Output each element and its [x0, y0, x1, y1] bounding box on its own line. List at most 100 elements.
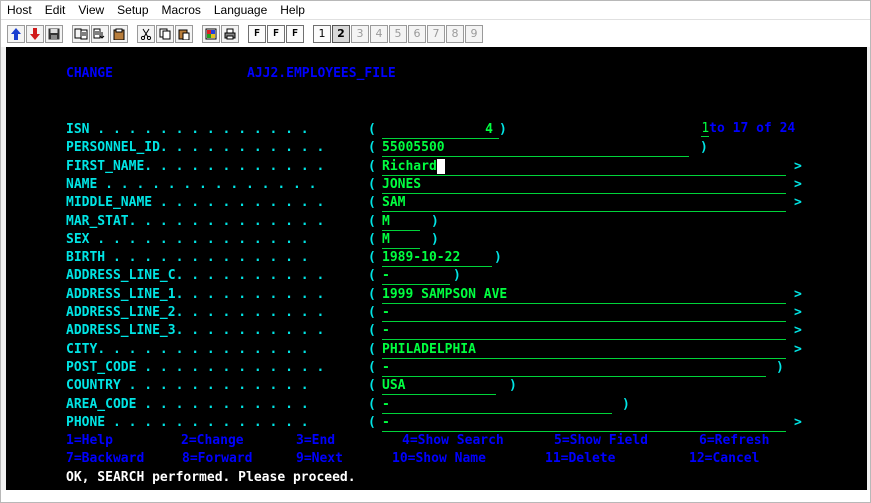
- font-large-button[interactable]: F: [248, 24, 266, 43]
- field-label-dots: . . . . . . . . . . . . .: [105, 414, 309, 430]
- text-cursor: [436, 158, 445, 174]
- arrow-down-icon[interactable]: [26, 24, 44, 43]
- close-paren: ): [499, 122, 507, 137]
- copy-icon[interactable]: [156, 24, 174, 43]
- paste-icon[interactable]: [175, 24, 193, 43]
- close-paren: ): [431, 231, 439, 247]
- field-label-dots: . . . . . . . . . . . . . .: [97, 176, 317, 192]
- input-middle-name[interactable]: SAM: [382, 194, 786, 213]
- field-label-name: BIRTH: [66, 250, 106, 266]
- input-address-line-3[interactable]: -: [382, 322, 786, 341]
- field-label-name: COUNTRY: [66, 378, 121, 394]
- pf-key-3[interactable]: 3=End: [296, 432, 335, 450]
- session-tab-4[interactable]: 4: [370, 24, 388, 43]
- paste-text-icon[interactable]: [91, 24, 109, 43]
- pf-key-10[interactable]: 10=Show Name: [392, 450, 486, 468]
- session-tab-8[interactable]: 8: [446, 24, 464, 43]
- field-label: ADDRESS_LINE_C. . . . . . . . . .: [66, 267, 324, 285]
- field-label-dots: . . . . . . . . . .: [175, 268, 325, 284]
- pf-key-12[interactable]: 12=Cancel: [689, 450, 759, 468]
- session-tab-2[interactable]: 2: [332, 24, 350, 43]
- pf-key-4[interactable]: 4=Show Search: [402, 432, 504, 450]
- pf-key-7[interactable]: 7=Backward: [66, 450, 144, 468]
- input-sex[interactable]: M: [382, 231, 420, 249]
- input-phone[interactable]: -: [382, 414, 786, 432]
- print-icon[interactable]: [221, 24, 239, 43]
- menu-edit[interactable]: Edit: [39, 1, 73, 19]
- toolbar: F F F 1 2 3 4 5 6 7 8 9: [1, 19, 870, 47]
- field-label-name: SEX: [66, 231, 90, 247]
- field-label: NAME . . . . . . . . . . . . . .: [66, 176, 316, 194]
- field-value: JONES: [382, 176, 422, 192]
- menu-help[interactable]: Help: [274, 1, 312, 19]
- palette-icon[interactable]: [202, 24, 220, 43]
- session-tab-5[interactable]: 5: [389, 24, 407, 43]
- copy-text-icon[interactable]: [72, 24, 90, 43]
- pf-key-11[interactable]: 11=Delete: [545, 450, 615, 468]
- terminal-screen[interactable]: CHANGE AJJ2.EMPLOYEES_FILE 1to 17 of 24 …: [6, 47, 867, 490]
- field-label-name: ADDRESS_LINE_C: [66, 268, 176, 284]
- input-mar-stat[interactable]: M: [382, 213, 420, 231]
- open-paren: (: [368, 414, 376, 430]
- input-address-line-1[interactable]: 1999 SAMPSON AVE: [382, 286, 786, 304]
- field-label-dots: . . . . . . . . . . .: [159, 140, 325, 156]
- input-name[interactable]: JONES: [382, 176, 786, 194]
- open-paren: (: [368, 378, 376, 394]
- close-paren: ): [509, 378, 517, 394]
- session-tab-3[interactable]: 3: [351, 24, 369, 43]
- input-birth[interactable]: 1989-10-22: [382, 249, 492, 268]
- field-label-dots: . . . . . . . . . .: [175, 305, 325, 320]
- pf-key-2[interactable]: 2=Change: [181, 432, 244, 450]
- session-tab-9[interactable]: 9: [465, 24, 483, 43]
- menu-language[interactable]: Language: [208, 1, 274, 19]
- input-post-code[interactable]: -: [382, 359, 766, 377]
- input-address-line-2[interactable]: -: [382, 304, 786, 322]
- save-icon[interactable]: [45, 24, 63, 43]
- menu-view[interactable]: View: [72, 1, 111, 19]
- field-value: -: [382, 396, 390, 412]
- session-tab-6[interactable]: 6: [408, 24, 426, 43]
- close-paren: ): [622, 396, 630, 412]
- input-personnel-id[interactable]: 55005500: [382, 139, 689, 158]
- input-country[interactable]: USA: [382, 377, 496, 396]
- field-value: -: [382, 305, 390, 320]
- field-value: 55005500: [382, 140, 445, 156]
- pf-key-8[interactable]: 8=Forward: [182, 450, 252, 468]
- pager-current[interactable]: 1: [701, 121, 710, 137]
- menu-bar: Host Edit View Setup Macros Language Hel…: [1, 1, 870, 19]
- field-label-dots: . . . . . . . . . . . .: [136, 359, 325, 375]
- pf-key-5[interactable]: 5=Show Field: [554, 432, 648, 450]
- input-city[interactable]: PHILADELPHIA: [382, 341, 786, 359]
- more-indicator: >: [794, 176, 802, 192]
- field-label: MIDDLE_NAME . . . . . . . . . . .: [66, 194, 324, 212]
- input-isn[interactable]: 4: [382, 121, 499, 139]
- pf-key-6[interactable]: 6=Refresh: [699, 432, 769, 450]
- clipboard-icon[interactable]: [110, 24, 128, 43]
- input-address-line-c[interactable]: -: [382, 267, 450, 286]
- font-medium-button[interactable]: F: [267, 24, 285, 43]
- arrow-up-icon[interactable]: [7, 24, 25, 43]
- more-indicator: >: [794, 414, 802, 430]
- input-area-code[interactable]: -: [382, 396, 612, 414]
- cut-icon[interactable]: [137, 24, 155, 43]
- pf-key-9[interactable]: 9=Next: [296, 450, 343, 468]
- field-label-name: ADDRESS_LINE_1: [66, 286, 176, 302]
- field-label: SEX . . . . . . . . . . . . . .: [66, 231, 309, 249]
- menu-macros[interactable]: Macros: [156, 1, 208, 19]
- session-tab-7[interactable]: 7: [427, 24, 445, 43]
- field-label: PERSONNEL_ID. . . . . . . . . . .: [66, 139, 324, 157]
- open-paren: (: [368, 250, 376, 266]
- field-label-name: PERSONNEL_ID: [66, 140, 160, 156]
- menu-setup[interactable]: Setup: [111, 1, 155, 19]
- input-first-name[interactable]: Richard: [382, 158, 786, 176]
- field-value: PHILADELPHIA: [382, 341, 476, 357]
- pf-key-1[interactable]: 1=Help: [66, 432, 113, 450]
- session-tab-1[interactable]: 1: [313, 24, 331, 43]
- field-label-name: ADDRESS_LINE_3: [66, 323, 176, 339]
- menu-host[interactable]: Host: [1, 1, 39, 19]
- field-label-dots: . . . . . . . . . . . . . .: [89, 122, 309, 137]
- field-label: CITY. . . . . . . . . . . . . .: [66, 341, 309, 359]
- field-label-name: AREA_CODE: [66, 396, 137, 412]
- pager-range: to 17 of 24: [709, 121, 796, 136]
- font-small-button[interactable]: F: [286, 24, 304, 43]
